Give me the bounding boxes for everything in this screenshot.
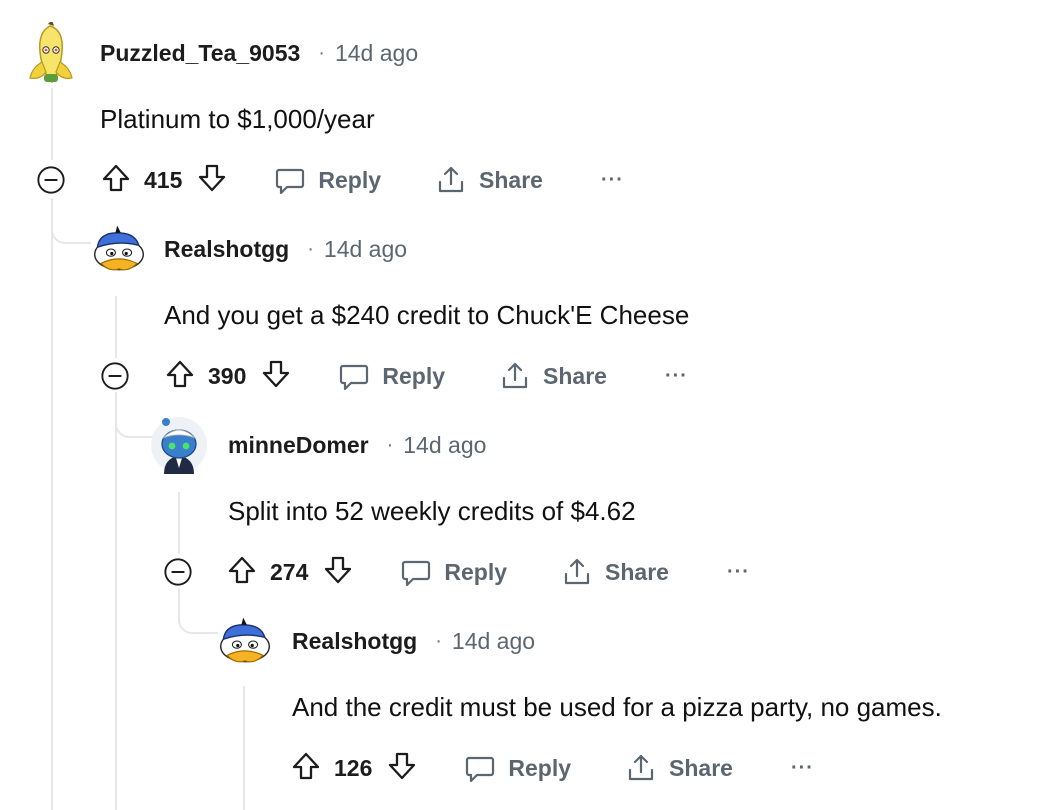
downvote-icon[interactable] [260,358,292,395]
share-label: Share [669,754,733,781]
more-options-button[interactable]: ··· [601,169,624,192]
upvote-icon[interactable] [100,162,132,199]
share-icon [625,752,657,784]
comment-body: Split into 52 weekly credits of $4.62 [228,496,636,526]
comment-timestamp[interactable]: 14d ago [324,236,407,263]
comment-body: Platinum to $1,000/year [100,104,375,134]
reply-label: Reply [508,754,572,781]
reply-button[interactable]: Reply [400,556,507,588]
share-button[interactable]: Share [499,360,607,392]
comment-body: And the credit must be used for a pizza … [292,692,942,722]
duck-avatar-icon[interactable] [88,222,150,276]
banana-avatar-icon[interactable] [24,20,78,84]
meta-separator: · [386,434,394,456]
downvote-icon[interactable] [196,162,228,199]
share-icon [435,164,467,196]
reply-button[interactable]: Reply [338,360,445,392]
reply-label: Reply [444,558,508,585]
snoo-avatar-icon[interactable] [150,416,208,474]
comment-actions: 126 Reply Share ··· [290,746,814,790]
collapse-thread-button[interactable] [100,361,130,391]
share-label: Share [543,362,607,389]
upvote-icon[interactable] [164,358,196,395]
more-options-button[interactable]: ··· [727,561,750,584]
meta-separator: · [318,42,325,64]
comment-timestamp[interactable]: 14d ago [335,40,418,67]
reply-button[interactable]: Reply [274,164,381,196]
share-label: Share [605,558,669,585]
comment-author[interactable]: Realshotgg [164,236,289,263]
vote-score: 390 [208,362,247,389]
collapse-thread-button[interactable] [163,557,193,587]
vote-control: 390 [164,358,292,395]
share-icon [561,556,593,588]
reply-icon [338,360,370,392]
comment: Realshotgg · 14d ago And the credit must… [0,588,1062,810]
share-label: Share [479,166,543,193]
share-button[interactable]: Share [561,556,669,588]
reply-icon [464,752,496,784]
upvote-icon[interactable] [226,554,258,591]
comment: Puzzled_Tea_9053 · 14d ago Platinum to $… [0,0,1062,200]
comment-author[interactable]: minneDomer [228,432,369,459]
reply-icon [400,556,432,588]
share-button[interactable]: Share [435,164,543,196]
vote-control: 126 [290,750,418,787]
comment-author[interactable]: Realshotgg [292,628,417,655]
meta-separator: · [307,238,314,260]
reply-label: Reply [318,166,382,193]
comment-timestamp[interactable]: 14d ago [452,628,535,655]
share-button[interactable]: Share [625,752,733,784]
reply-icon [274,164,306,196]
vote-score: 126 [334,754,373,781]
downvote-icon[interactable] [386,750,418,787]
vote-score: 274 [270,558,309,585]
downvote-icon[interactable] [322,554,354,591]
more-options-button[interactable]: ··· [791,757,814,780]
collapse-thread-button[interactable] [36,165,66,195]
reply-label: Reply [382,362,446,389]
comment: Realshotgg · 14d ago And you get a $240 … [0,196,1062,396]
vote-control: 415 [100,162,228,199]
more-options-button[interactable]: ··· [665,365,688,388]
comment-body: And you get a $240 credit to Chuck'E Che… [164,300,690,330]
duck-avatar-icon[interactable] [214,614,276,668]
upvote-icon[interactable] [290,750,322,787]
vote-control: 274 [226,554,354,591]
vote-score: 415 [144,166,183,193]
meta-separator: · [435,630,442,652]
reply-button[interactable]: Reply [464,752,571,784]
share-icon [499,360,531,392]
comment-timestamp[interactable]: 14d ago [403,432,486,459]
comment: minneDomer · 14d ago Split into 52 weekl… [0,392,1062,592]
comment-author[interactable]: Puzzled_Tea_9053 [100,40,300,67]
